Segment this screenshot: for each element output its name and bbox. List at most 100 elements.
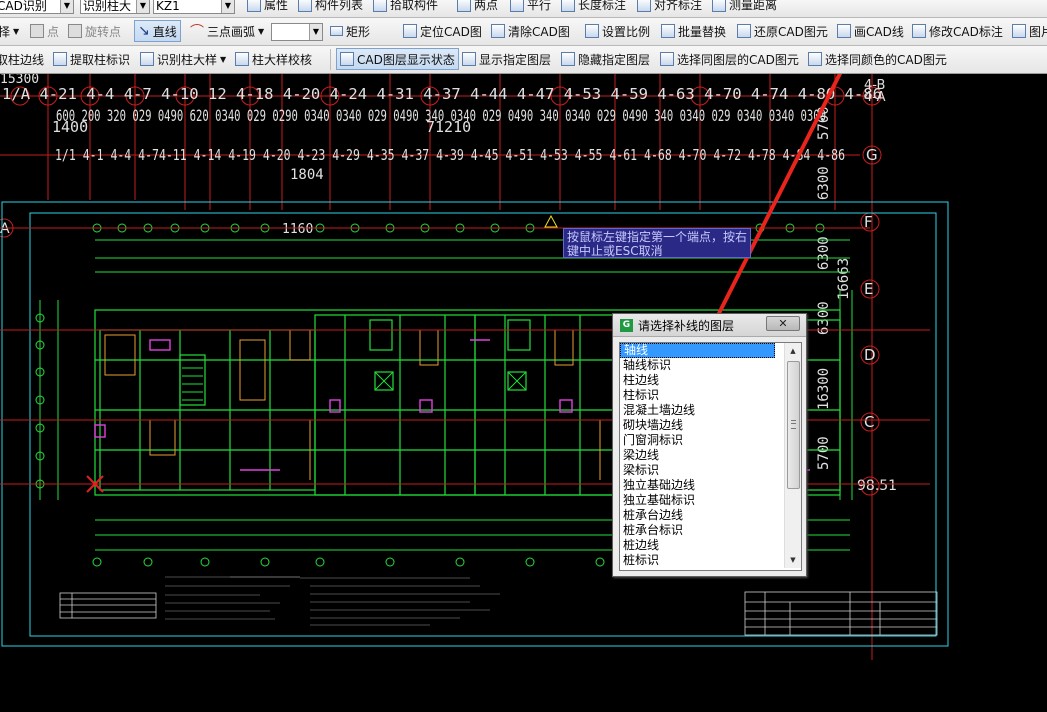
module-combo-value: CAD识别 xyxy=(0,0,47,13)
chevron-down-icon: ▼ xyxy=(60,0,73,13)
batch-replace-button[interactable]: 批量替换 xyxy=(661,20,726,42)
axis-label-g: G xyxy=(866,146,878,164)
extract-col-mark-button[interactable]: 提取柱标识 xyxy=(53,48,130,70)
layer-list-item[interactable]: 柱边线 xyxy=(620,373,801,388)
layer-list-item[interactable]: 独立基础边线 xyxy=(620,478,801,493)
extract-col-edge-button[interactable]: 取柱边线 xyxy=(0,48,44,70)
layer-list-item[interactable]: 桩边线 xyxy=(620,538,801,553)
set-scale-label: 设置比例 xyxy=(602,24,651,39)
tooltip-line-2: 键中止或ESC取消 xyxy=(567,244,663,258)
arc-label: 三点画弧 xyxy=(207,24,256,39)
layer-listbox[interactable]: 轴线 轴线标识 柱边线 柱标识 混凝土墙边线 砌块墙边线 门窗洞标识 梁边线 梁标识 独立基础边线… xyxy=(619,342,802,571)
col-detail-check-button[interactable]: 柱大样校核 xyxy=(235,48,312,70)
component-list-button[interactable]: 构件列表 xyxy=(298,0,363,13)
scroll-up-icon[interactable]: ▲ xyxy=(785,343,801,359)
chevron-down-icon: ▼ xyxy=(13,26,20,36)
scrollbar-thumb[interactable] xyxy=(787,361,800,489)
toolbar-separator xyxy=(330,49,331,70)
properties-icon xyxy=(247,0,261,12)
command-tooltip: 按鼠标左键指定第一个端点，按右 键中止或ESC取消 xyxy=(563,228,751,258)
layer-list-item[interactable]: 砌块墙边线 xyxy=(620,418,801,433)
vdim-6300-mid: 6300 xyxy=(816,236,832,270)
align-dim-button[interactable]: 对齐标注 xyxy=(637,0,702,13)
chevron-down-icon: ▼ xyxy=(258,26,265,36)
hide-layer-button[interactable]: 隐藏指定图层 xyxy=(561,48,650,70)
point-icon xyxy=(30,24,44,38)
layer-list-item[interactable]: 桩标识 xyxy=(620,553,801,568)
locate-cad-button[interactable]: 定位CAD图 xyxy=(403,20,482,42)
measure-button[interactable]: 测量距离 xyxy=(712,0,777,13)
close-button[interactable]: ✕ xyxy=(766,316,800,331)
restore-cad-label: 还原CAD图元 xyxy=(754,24,828,39)
axis-labels-mid: 1/1 4-1 4-4 4-74-11 4-14 4-19 4-20 4-23 … xyxy=(55,146,845,164)
clear-cad-button[interactable]: 清除CAD图 xyxy=(491,20,570,42)
extract-col-mark-label: 提取柱标识 xyxy=(70,52,131,67)
extract-col-edge-label: 取柱边线 xyxy=(0,52,45,67)
layer-list-item[interactable]: 桩承台标识 xyxy=(620,523,801,538)
vdim-16300: 16300 xyxy=(816,368,832,410)
line-button[interactable]: ↘ 直线 xyxy=(134,20,181,42)
component-combo[interactable]: KZ1 ▼ xyxy=(153,0,235,14)
scroll-down-icon[interactable]: ▼ xyxy=(785,552,801,568)
dim-1804: 1804 xyxy=(290,167,324,183)
layer-list-item[interactable]: 柱标识 xyxy=(620,388,801,403)
arc-icon: ⌒ xyxy=(190,24,204,40)
layer-list-item[interactable]: 混凝土墙边线 xyxy=(620,403,801,418)
picture-icon xyxy=(1012,24,1026,38)
list-scrollbar[interactable]: ▲ ▼ xyxy=(784,343,801,568)
pick-icon xyxy=(373,0,387,12)
rotate-point-button[interactable]: 旋转点 xyxy=(68,20,121,42)
rotate-point-icon xyxy=(68,24,82,38)
length-dim-button[interactable]: 长度标注 xyxy=(561,0,626,13)
axis-labels-top: 1/A 4-21 4-4 4-7 4-10 12 4-18 4-20 4-24 … xyxy=(2,85,882,103)
two-points-button[interactable]: 两点 xyxy=(457,0,498,13)
axis-label-e: E xyxy=(864,280,873,298)
layer-list-item[interactable]: 门窗洞标识 xyxy=(620,433,801,448)
select-same-layer-button[interactable]: 选择同图层的CAD图元 xyxy=(660,48,799,70)
select-color-icon xyxy=(808,52,822,66)
layer-list-item[interactable]: 轴线 xyxy=(620,343,775,358)
layer-list-item[interactable]: 轴线标识 xyxy=(620,358,801,373)
layers-icon xyxy=(340,52,354,66)
type-combo[interactable]: 识别柱大 ▼ xyxy=(80,0,150,14)
dim-1160: 1160 xyxy=(282,222,313,237)
dim-1400: 1400 xyxy=(52,118,88,136)
recognize-icon xyxy=(140,52,154,66)
recognize-col-detail-label: 识别柱大样 xyxy=(157,52,218,67)
edit-cad-dim-button[interactable]: 修改CAD标注 xyxy=(912,20,1003,42)
arc-button[interactable]: ⌒ 三点画弧 ▼ xyxy=(190,20,264,42)
ruler-icon xyxy=(712,0,726,12)
recognize-col-detail-button[interactable]: 识别柱大样 ▼ xyxy=(140,48,226,70)
layer-list-item[interactable]: 独立基础标识 xyxy=(620,493,801,508)
select-button[interactable]: 择▼ xyxy=(0,20,19,42)
rect-button[interactable]: 矩形 xyxy=(330,20,370,42)
set-scale-button[interactable]: 设置比例 xyxy=(585,20,650,42)
parallel-button[interactable]: 平行 xyxy=(510,0,551,13)
rotate-point-label: 旋转点 xyxy=(85,24,122,39)
properties-button[interactable]: 属性 xyxy=(247,0,288,13)
align-dim-icon xyxy=(637,0,651,12)
show-layer-button[interactable]: 显示指定图层 xyxy=(462,48,551,70)
restore-cad-button[interactable]: 还原CAD图元 xyxy=(737,20,828,42)
toolbar-row-1: CAD识别 ▼ 识别柱大 ▼ KZ1 ▼ 属性 构件列表 拾取构件 两点 平行 长度标… xyxy=(0,0,1047,18)
line-icon: ↘ xyxy=(138,23,150,39)
point-button[interactable]: 点 xyxy=(30,20,59,42)
module-combo[interactable]: CAD识别 ▼ xyxy=(0,0,74,14)
cad-canvas[interactable]: 1/A 4-21 4-4 4-7 4-10 12 4-18 4-20 4-24 … xyxy=(0,74,1047,712)
pick-component-label: 拾取构件 xyxy=(390,0,439,12)
pick-component-button[interactable]: 拾取构件 xyxy=(373,0,438,13)
picture-button[interactable]: 图片 xyxy=(1012,20,1047,42)
layer-list-item[interactable]: 梁边线 xyxy=(620,448,801,463)
length-dim-label: 长度标注 xyxy=(578,0,627,12)
layer-display-button[interactable]: CAD图层显示状态 xyxy=(336,48,459,70)
properties-label: 属性 xyxy=(264,0,289,12)
draw-cad-line-button[interactable]: 画CAD线 xyxy=(837,20,904,42)
edit-cad-dim-label: 修改CAD标注 xyxy=(929,24,1003,39)
select-same-color-button[interactable]: 选择同颜色的CAD图元 xyxy=(808,48,947,70)
layer-list-item[interactable]: 桩承台边线 xyxy=(620,508,801,523)
check-icon xyxy=(235,52,249,66)
point-label: 点 xyxy=(47,24,60,39)
layer-list-item[interactable]: 梁标识 xyxy=(620,463,801,478)
arc-option-combo[interactable]: ▼ xyxy=(271,23,323,41)
chevron-down-icon: ▼ xyxy=(136,0,149,13)
